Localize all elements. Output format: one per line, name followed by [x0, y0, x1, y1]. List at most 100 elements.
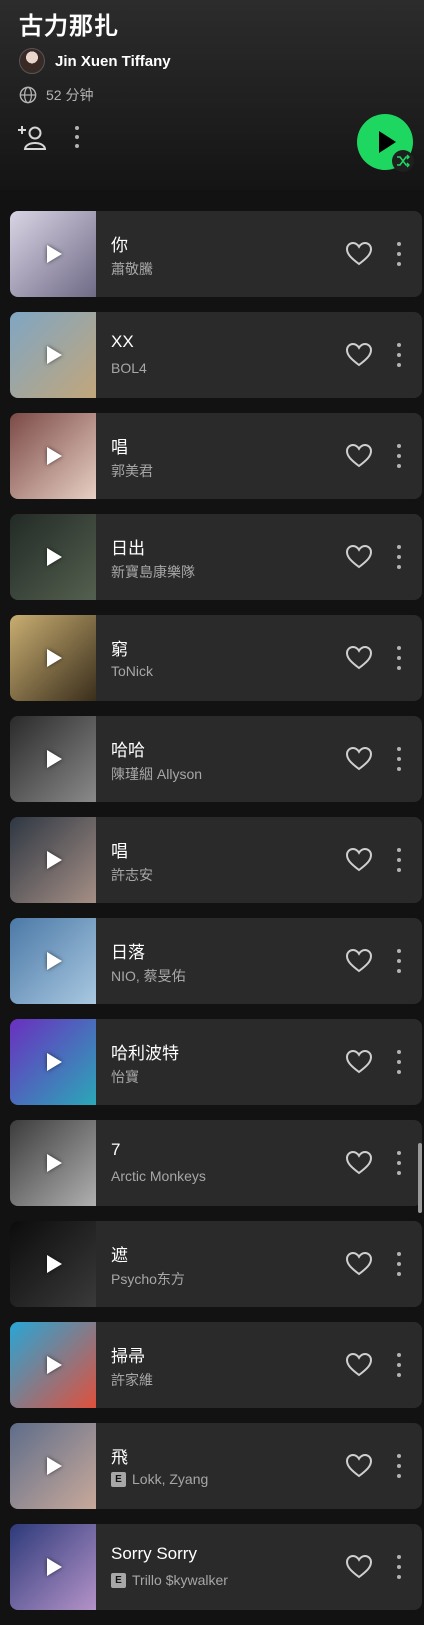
- track-artist: Arctic Monkeys: [111, 1168, 206, 1184]
- track-title: 唱: [111, 438, 128, 457]
- heart-icon[interactable]: [345, 1149, 373, 1177]
- track-row[interactable]: 掃帚 許家維: [10, 1322, 422, 1408]
- more-options-icon[interactable]: [396, 747, 402, 771]
- globe-icon: [19, 86, 37, 104]
- track-row[interactable]: 遮 Psycho东方: [10, 1221, 422, 1307]
- track-title: XX: [111, 332, 134, 351]
- heart-icon[interactable]: [345, 745, 373, 773]
- play-icon: [47, 346, 62, 364]
- track-row[interactable]: 唱 郭美君: [10, 413, 422, 499]
- more-options-icon[interactable]: [396, 848, 402, 872]
- track-row[interactable]: 日出 新寶島康樂隊: [10, 514, 422, 600]
- heart-icon[interactable]: [345, 1351, 373, 1379]
- album-cover[interactable]: [10, 817, 96, 903]
- heart-icon[interactable]: [345, 341, 373, 369]
- more-options-icon[interactable]: [396, 646, 402, 670]
- track-title: 飛: [111, 1448, 128, 1467]
- scrollbar[interactable]: [418, 1143, 422, 1213]
- track-artist: E Lokk, Zyang: [111, 1471, 208, 1487]
- play-icon: [47, 447, 62, 465]
- duration-text: 52 分钟: [46, 87, 94, 103]
- album-cover[interactable]: [10, 1524, 96, 1610]
- more-options-icon[interactable]: [396, 1050, 402, 1074]
- track-title: Sorry Sorry: [111, 1544, 197, 1563]
- track-artist: ToNick: [111, 663, 153, 679]
- album-cover[interactable]: [10, 918, 96, 1004]
- album-cover[interactable]: [10, 1120, 96, 1206]
- more-options-icon[interactable]: [396, 444, 402, 468]
- album-cover[interactable]: [10, 1423, 96, 1509]
- heart-icon[interactable]: [345, 947, 373, 975]
- more-options-icon[interactable]: [396, 343, 402, 367]
- track-artist: Psycho东方: [111, 1269, 185, 1289]
- track-title: 哈利波特: [111, 1044, 179, 1063]
- more-options-icon[interactable]: [74, 126, 80, 148]
- track-row[interactable]: Sorry Sorry E Trillo $kywalker: [10, 1524, 422, 1610]
- artist-name: BOL4: [111, 360, 147, 376]
- artist-name: 許志安: [111, 867, 153, 883]
- heart-icon[interactable]: [345, 240, 373, 268]
- track-artist: 新寶島康樂隊: [111, 562, 195, 582]
- album-cover[interactable]: [10, 413, 96, 499]
- album-cover[interactable]: [10, 1322, 96, 1408]
- shuffle-button[interactable]: [392, 150, 414, 172]
- album-cover[interactable]: [10, 1019, 96, 1105]
- more-options-icon[interactable]: [396, 545, 402, 569]
- artist-name: Lokk, Zyang: [132, 1471, 209, 1487]
- artist-name: Arctic Monkeys: [111, 1168, 206, 1184]
- shuffle-icon: [397, 154, 410, 168]
- play-icon: [47, 1356, 62, 1374]
- more-options-icon[interactable]: [396, 949, 402, 973]
- artist-name: 怡寶: [111, 1069, 139, 1085]
- track-artist: NIO, 蔡旻佑: [111, 966, 186, 986]
- track-row[interactable]: 窮 ToNick: [10, 615, 422, 701]
- track-title: 唱: [111, 842, 128, 861]
- heart-icon[interactable]: [345, 442, 373, 470]
- more-options-icon[interactable]: [396, 1252, 402, 1276]
- more-options-icon[interactable]: [396, 242, 402, 266]
- album-cover[interactable]: [10, 211, 96, 297]
- track-artist: 許家維: [111, 1370, 153, 1390]
- playlist-header: 古力那扎 Jin Xuen Tiffany 52 分钟: [0, 0, 424, 190]
- more-options-icon[interactable]: [396, 1151, 402, 1175]
- more-options-icon[interactable]: [396, 1353, 402, 1377]
- owner-name[interactable]: Jin Xuen Tiffany: [55, 53, 171, 70]
- heart-icon[interactable]: [345, 846, 373, 874]
- heart-icon[interactable]: [345, 1250, 373, 1278]
- play-icon: [47, 1154, 62, 1172]
- heart-icon[interactable]: [345, 1452, 373, 1480]
- play-icon: [47, 750, 62, 768]
- album-cover[interactable]: [10, 312, 96, 398]
- artist-name: 新寶島康樂隊: [111, 564, 195, 580]
- heart-icon[interactable]: [345, 543, 373, 571]
- more-options-icon[interactable]: [396, 1454, 402, 1478]
- heart-icon[interactable]: [345, 644, 373, 672]
- track-artist: 許志安: [111, 865, 153, 885]
- track-row[interactable]: 你 蕭敬騰: [10, 211, 422, 297]
- more-options-icon[interactable]: [396, 1555, 402, 1579]
- album-cover[interactable]: [10, 615, 96, 701]
- track-row[interactable]: 日落 NIO, 蔡旻佑: [10, 918, 422, 1004]
- track-row[interactable]: 哈哈 陳瑾絪 Allyson: [10, 716, 422, 802]
- album-cover[interactable]: [10, 1221, 96, 1307]
- track-row[interactable]: XX BOL4: [10, 312, 422, 398]
- track-row[interactable]: 飛 E Lokk, Zyang: [10, 1423, 422, 1509]
- track-row[interactable]: 哈利波特 怡寶: [10, 1019, 422, 1105]
- add-user-icon[interactable]: [18, 122, 48, 152]
- track-row[interactable]: 唱 許志安: [10, 817, 422, 903]
- artist-name: NIO, 蔡旻佑: [111, 968, 186, 984]
- explicit-badge: E: [111, 1471, 126, 1487]
- play-icon: [47, 548, 62, 566]
- album-cover[interactable]: [10, 514, 96, 600]
- playlist-owner[interactable]: Jin Xuen Tiffany: [19, 48, 171, 74]
- heart-icon[interactable]: [345, 1553, 373, 1581]
- album-cover[interactable]: [10, 716, 96, 802]
- play-icon: [47, 1255, 62, 1273]
- track-row[interactable]: 7 Arctic Monkeys: [10, 1120, 422, 1206]
- track-list: 你 蕭敬騰 XX BOL4 唱 郭美君 日出 新寶島康樂隊 窮 ToNick 哈…: [10, 211, 422, 1625]
- play-icon: [47, 649, 62, 667]
- heart-icon[interactable]: [345, 1048, 373, 1076]
- owner-avatar[interactable]: [19, 48, 45, 74]
- track-title: 7: [111, 1140, 121, 1159]
- play-icon: [47, 1558, 62, 1576]
